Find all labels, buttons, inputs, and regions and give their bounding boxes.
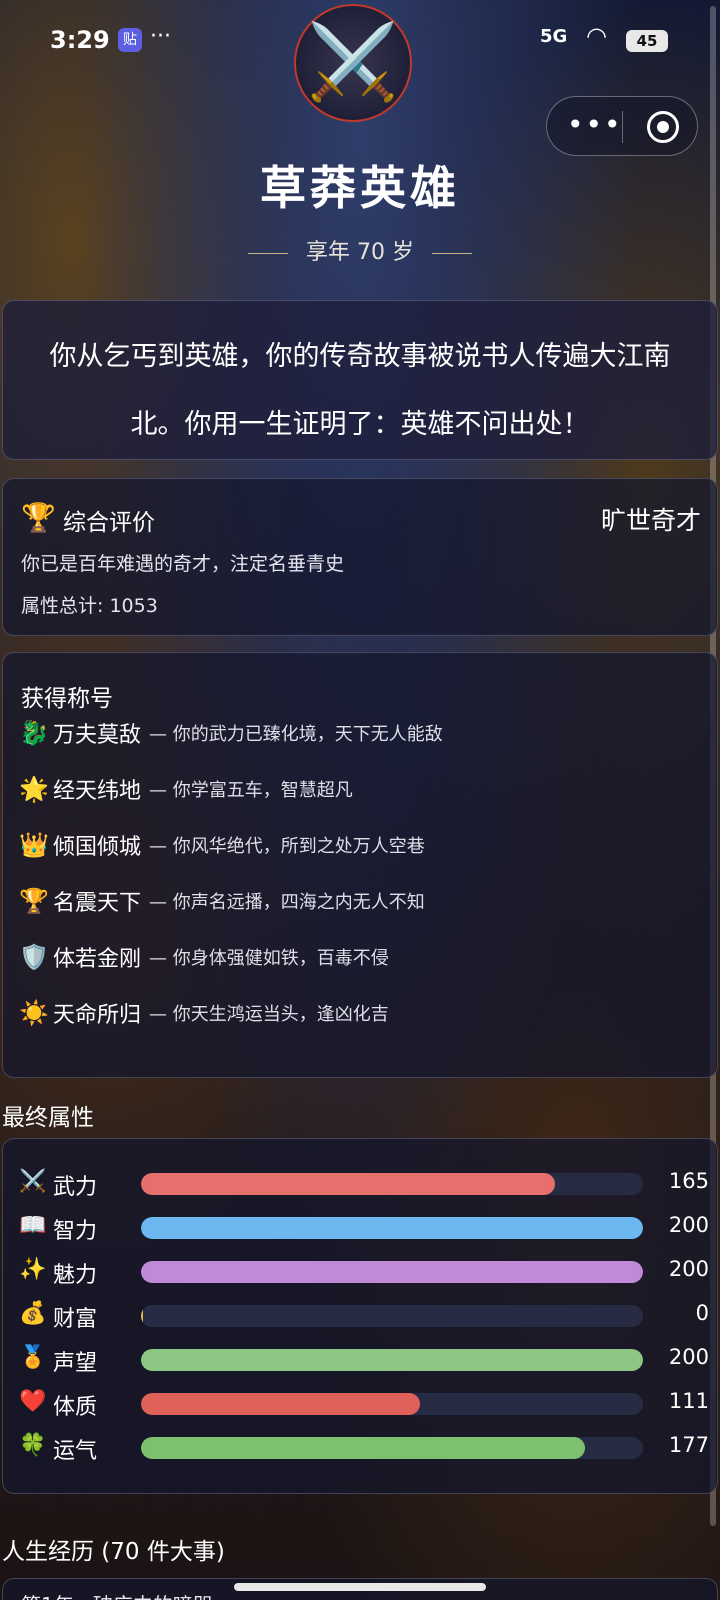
status-more-icon: ··· xyxy=(150,24,171,49)
age-row: 享年 70 岁 xyxy=(0,234,720,266)
evaluation-card: 🏆 综合评价 旷世奇才 你已是百年难遇的奇才，注定名垂青史 属性总计: 1053 xyxy=(2,478,718,636)
title-desc: — 你学富五车，智慧超凡 xyxy=(149,780,353,801)
page-title: 草莽英雄 xyxy=(260,161,460,215)
title-name: 倾国倾城 xyxy=(53,835,142,860)
close-miniprogram-button[interactable] xyxy=(647,111,679,143)
attribute-value: 0 xyxy=(695,1301,709,1325)
attribute-value: 111 xyxy=(668,1389,709,1413)
title-name: 体若金刚 xyxy=(53,947,142,972)
attribute-row-luck: 🍀 运气 177 xyxy=(19,1427,709,1467)
title-item: 🌟 经天纬地 — 你学富五车，智慧超凡 xyxy=(19,773,353,813)
title-item: 🛡️ 体若金刚 — 你身体强健如铁，百毒不侵 xyxy=(19,941,389,981)
title-desc: — 你风华绝代，所到之处万人空巷 xyxy=(149,836,425,857)
money-bag-icon: 💰 xyxy=(19,1301,47,1326)
app-badge-icon: 贴 xyxy=(118,28,142,52)
attribute-value: 177 xyxy=(668,1433,709,1457)
battery-icon: 45 xyxy=(626,30,668,52)
attribute-bar-track xyxy=(141,1173,643,1195)
title-name: 名震天下 xyxy=(53,891,142,916)
attribute-bar-track xyxy=(141,1437,643,1459)
signal-icon: 5G xyxy=(540,26,568,47)
attribute-label: 财富 xyxy=(53,1307,98,1332)
age-text: 享年 70 岁 xyxy=(306,240,414,265)
wifi-icon: ◠ xyxy=(586,22,607,50)
attributes-card: ⚔️ 武力 165 📖 智力 200 ✨ 魅力 200 💰 财富 0 🏅 声望 … xyxy=(2,1138,718,1494)
attribute-bar-fill xyxy=(141,1305,143,1327)
attribute-bar-track xyxy=(141,1393,643,1415)
heart-icon: ❤️ xyxy=(19,1389,47,1414)
attribute-value: 200 xyxy=(668,1345,709,1369)
book-icon: 📖 xyxy=(19,1213,47,1238)
attribute-label: 武力 xyxy=(53,1175,98,1200)
attribute-value: 200 xyxy=(668,1257,709,1281)
titles-heading: 获得称号 xyxy=(21,686,113,712)
trophy-icon: 🏆 xyxy=(19,887,49,915)
attribute-row-intellect: 📖 智力 200 xyxy=(19,1207,709,1247)
status-time: 3:29 xyxy=(50,26,110,54)
clover-icon: 🍀 xyxy=(19,1433,47,1458)
titles-card: 获得称号 🐉 万夫莫敌 — 你的武力已臻化境，天下无人能敌 🌟 经天纬地 — 你学富五车… xyxy=(2,652,718,1078)
capsule-divider xyxy=(622,111,623,143)
attribute-bar-fill xyxy=(141,1261,643,1283)
attribute-row-wealth: 💰 财富 0 xyxy=(19,1295,709,1335)
sword-icon: ⚔️ xyxy=(19,1169,47,1194)
title-name: 经天纬地 xyxy=(53,779,142,804)
divider-left xyxy=(248,252,288,254)
title-item: ☀️ 天命所归 — 你天生鸿运当头，逢凶化吉 xyxy=(19,997,389,1037)
attribute-row-charm: ✨ 魅力 200 xyxy=(19,1251,709,1291)
sparkles-icon: ✨ xyxy=(19,1257,47,1282)
evaluation-heading: 综合评价 xyxy=(63,510,155,536)
miniprogram-capsule: ••• xyxy=(546,96,698,156)
evaluation-grade: 旷世奇才 xyxy=(600,506,701,535)
title-name: 万夫莫敌 xyxy=(53,723,142,748)
attribute-value: 165 xyxy=(668,1169,709,1193)
title-desc: — 你声名远播，四海之内无人不知 xyxy=(149,892,425,913)
more-options-button[interactable]: ••• xyxy=(567,110,623,140)
evaluation-description: 你已是百年难遇的奇才，注定名垂青史 xyxy=(21,553,345,575)
attribute-label: 智力 xyxy=(53,1219,98,1244)
attribute-label: 体质 xyxy=(53,1395,98,1420)
attribute-bar-fill xyxy=(141,1173,556,1195)
life-event-text: 第1年 · 破庙中的啼哭 xyxy=(21,1589,213,1600)
dragon-icon: 🐉 xyxy=(19,719,49,747)
attribute-row-force: ⚔️ 武力 165 xyxy=(19,1163,709,1203)
attribute-bar-fill xyxy=(141,1393,420,1415)
title-item: 🐉 万夫莫敌 — 你的武力已臻化境，天下无人能敌 xyxy=(19,717,443,757)
title-desc: — 你天生鸿运当头，逢凶化吉 xyxy=(149,1004,389,1025)
title-item: 👑 倾国倾城 — 你风华绝代，所到之处万人空巷 xyxy=(19,829,425,869)
attribute-bar-fill xyxy=(141,1349,643,1371)
attribute-bar-fill xyxy=(141,1217,643,1239)
sun-icon: ☀️ xyxy=(19,999,49,1027)
attribute-row-prestige: 🏅 声望 200 xyxy=(19,1339,709,1379)
attribute-bar-track xyxy=(141,1217,643,1239)
shield-icon: 🛡️ xyxy=(19,943,49,971)
title-desc: — 你的武力已臻化境，天下无人能敌 xyxy=(149,724,443,745)
attribute-bar-track xyxy=(141,1349,643,1371)
attribute-total: 属性总计: 1053 xyxy=(21,595,158,617)
story-text: 你从乞丐到英雄，你的传奇故事被说书人传遍大江南北。你用一生证明了：英雄不问出处！ xyxy=(49,341,671,440)
home-indicator[interactable] xyxy=(234,1583,486,1591)
life-history-heading: 人生经历 (70 件大事) xyxy=(2,1539,225,1565)
trophy-icon: 🏆 xyxy=(21,501,56,534)
title-item: 🏆 名震天下 — 你声名远播，四海之内无人不知 xyxy=(19,885,425,925)
medal-icon: 🏅 xyxy=(19,1345,47,1370)
attribute-label: 声望 xyxy=(53,1351,98,1376)
attribute-bar-track xyxy=(141,1261,643,1283)
crossed-swords-avatar-icon: ⚔️ xyxy=(294,4,412,122)
attribute-label: 魅力 xyxy=(53,1263,98,1288)
story-card: 你从乞丐到英雄，你的传奇故事被说书人传遍大江南北。你用一生证明了：英雄不问出处！ xyxy=(2,300,718,460)
crown-icon: 👑 xyxy=(19,831,49,859)
attributes-heading: 最终属性 xyxy=(2,1105,94,1131)
title-name: 天命所归 xyxy=(53,1003,142,1028)
attribute-label: 运气 xyxy=(53,1439,98,1464)
title-desc: — 你身体强健如铁，百毒不侵 xyxy=(149,948,389,969)
divider-right xyxy=(431,252,472,254)
attribute-bar-track xyxy=(141,1305,643,1327)
attribute-value: 200 xyxy=(668,1213,709,1237)
star-icon: 🌟 xyxy=(19,775,49,803)
attribute-row-constitution: ❤️ 体质 111 xyxy=(19,1383,709,1423)
attribute-bar-fill xyxy=(141,1437,586,1459)
